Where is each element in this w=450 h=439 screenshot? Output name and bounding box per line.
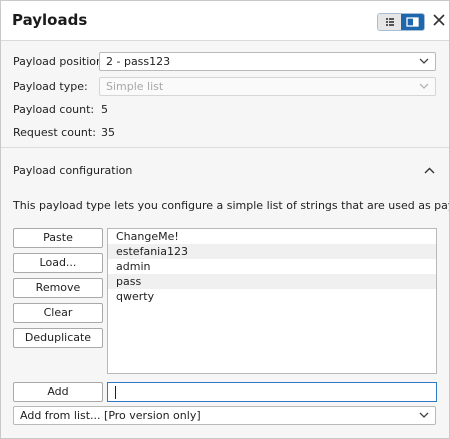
load-button[interactable]: Load... [13,253,103,273]
list-view-button[interactable] [378,14,401,30]
paste-button[interactable]: Paste [13,228,103,248]
payload-position-select[interactable]: 2 - pass123 [99,52,436,71]
clear-button[interactable]: Clear [13,303,103,323]
add-button[interactable]: Add [13,382,103,402]
deduplicate-button[interactable]: Deduplicate [13,328,103,348]
payload-type-select: Simple list [99,77,436,96]
view-toggle[interactable] [377,13,425,31]
panel-view-icon [406,17,419,27]
list-item[interactable]: pass [108,274,436,289]
close-icon[interactable] [432,13,446,27]
list-item-text: qwerty [116,290,155,303]
list-item[interactable]: qwerty [108,289,436,304]
text-caret [115,386,116,399]
chevron-up-icon[interactable] [424,167,435,174]
add-from-list-select[interactable]: Add from list... [Pro version only] [13,406,436,425]
list-item-text: pass [116,275,142,288]
chevron-down-icon [419,83,429,89]
list-item-text: estefania123 [116,245,188,258]
list-item[interactable]: admin [108,259,436,274]
list-item[interactable]: ChangeMe! [108,229,436,244]
chevron-down-icon [419,58,429,64]
payload-position-label: Payload position: [13,55,107,68]
payload-configuration-section: Payload configuration This payload type … [1,148,449,438]
request-count-value: 35 [101,126,115,139]
payload-position-value: 2 - pass123 [106,55,171,68]
payload-type-label: Payload type: [13,80,88,93]
payload-list[interactable]: ChangeMe! estefania123 admin pass qwerty [107,228,437,374]
payloads-panel: Payloads Payload position: 2 - pass123 P… [0,0,450,439]
payload-count-value: 5 [101,103,108,116]
request-count-label: Request count: [13,126,96,139]
list-view-icon [386,18,394,26]
chevron-down-icon [419,412,429,418]
list-item-text: ChangeMe! [116,230,179,243]
payload-type-value: Simple list [106,80,164,93]
payload-configuration-title: Payload configuration [13,164,133,177]
panel-header: Payloads [1,1,449,41]
add-from-list-label: Add from list... [Pro version only] [20,409,201,422]
panel-view-button[interactable] [401,14,424,30]
panel-title: Payloads [12,11,88,29]
list-item-text: admin [116,260,151,273]
payload-type-description: This payload type lets you configure a s… [13,199,450,212]
remove-button[interactable]: Remove [13,278,103,298]
add-item-input[interactable] [107,382,437,402]
payload-count-label: Payload count: [13,103,95,116]
payload-settings-section: Payload position: 2 - pass123 Payload ty… [1,41,449,148]
list-item[interactable]: estefania123 [108,244,436,259]
